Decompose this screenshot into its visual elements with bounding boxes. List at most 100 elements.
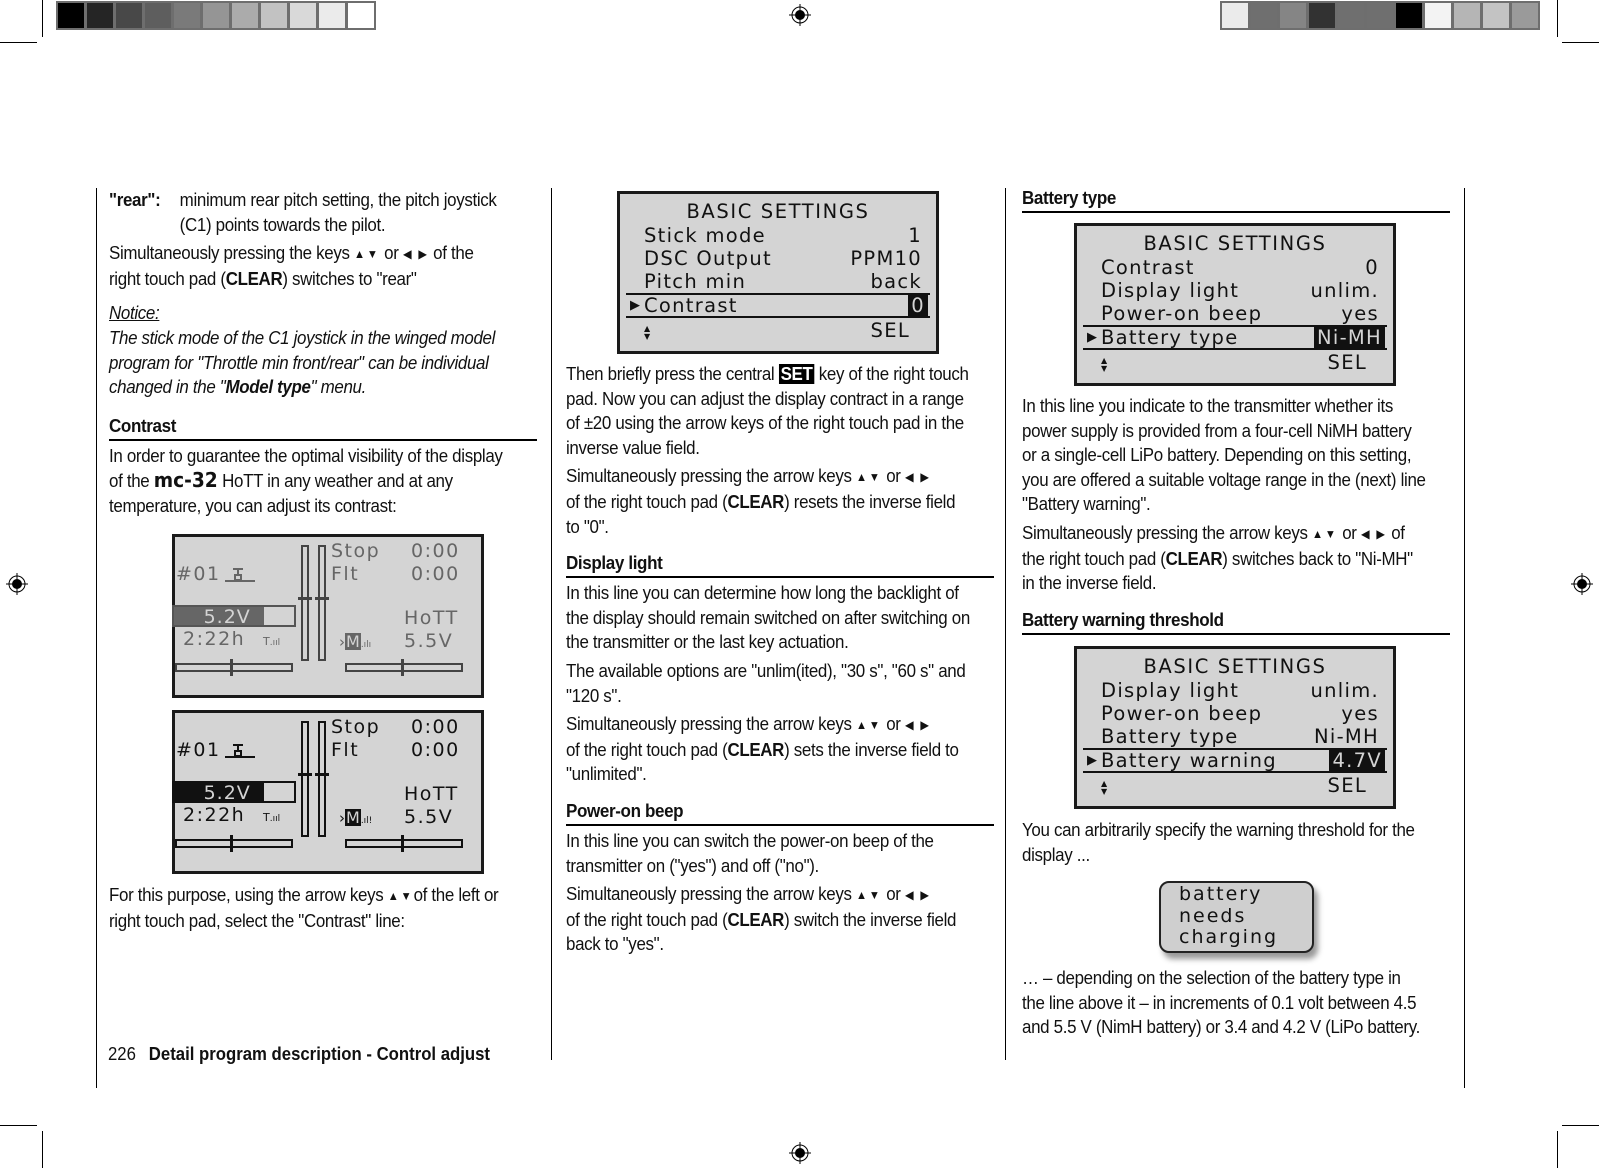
flight-timer-label: Flt [331, 563, 360, 585]
up-down-arrows-icon: ▲▼ [353, 247, 380, 262]
color-swatch [58, 3, 84, 28]
screen-footer: ▲ ▼ SEL [620, 319, 936, 342]
color-swatch [174, 3, 200, 28]
setting-label: Battery type [1101, 725, 1239, 748]
up-down-nav-icon: ▲ ▼ [1101, 779, 1109, 796]
margin-rule [96, 188, 97, 1088]
definition-text: (C1) points towards the pilot. [179, 214, 386, 235]
notice-label: Notice: [109, 303, 160, 324]
settings-row-selected: ▶ Battery type Ni-MH [1083, 325, 1387, 350]
color-swatch [1396, 3, 1422, 28]
color-calibration-bar-right [1220, 1, 1540, 30]
cursor-arrow-icon: ▶ [1087, 753, 1099, 768]
setting-value: Ni-MH [1313, 725, 1379, 748]
color-calibration-bar-left [56, 1, 376, 30]
section-heading-battery-warning: Battery warning threshold [1022, 608, 1450, 635]
color-swatch [1512, 3, 1538, 28]
left-right-arrows-icon: ◀ ▶ [1360, 526, 1387, 541]
settings-row-selected: ▶ Contrast 0 [626, 293, 930, 318]
color-swatch [290, 3, 316, 28]
definition-rear: "rear": minimum rear pitch setting, the … [109, 188, 537, 237]
model-number: #01 [176, 739, 221, 761]
screen-footer: ▲ ▼ SEL [1077, 351, 1393, 374]
model-number: #01 [176, 563, 221, 585]
operating-time: 2:22h [183, 804, 246, 826]
color-swatch [1425, 3, 1451, 28]
up-down-arrows-icon: ▲▼ [1312, 526, 1338, 541]
trim-bar-vertical [301, 545, 309, 661]
trim-marker [315, 773, 329, 776]
stopwatch-label: Stop [331, 716, 381, 738]
setting-label: Display light [1101, 679, 1240, 702]
crop-mark [1557, 0, 1558, 37]
color-swatch [1367, 3, 1393, 28]
screen-title: BASIC SETTINGS [686, 200, 870, 223]
helicopter-icon [225, 568, 255, 582]
definition-text: minimum rear pitch setting, the pitch jo… [179, 190, 497, 210]
battery-voltage-bar: 5.2V [172, 605, 296, 628]
crop-mark [42, 0, 43, 37]
column-divider [1005, 188, 1006, 1060]
trim-bar-horizontal [345, 663, 463, 672]
trim-marker [298, 773, 312, 776]
setting-label: Stick mode [644, 224, 766, 247]
section-heading-contrast: Contrast [109, 414, 537, 441]
registration-mark-icon [6, 573, 28, 595]
settings-row: Pitch min back [620, 270, 936, 293]
stopwatch-time: 0:00 [411, 716, 460, 738]
color-swatch [348, 3, 374, 28]
margin-rule [1464, 188, 1465, 1088]
receiver-voltage: 5.5V [404, 630, 454, 652]
flight-timer-time: 0:00 [411, 563, 460, 585]
main-display-low-contrast: Stop 0:00 Flt 0:00 #01 5.2V 2:22h T.ııl … [172, 534, 484, 698]
receiver-indicator: ›M.ıl! [339, 808, 373, 827]
setting-value: unlim. [1310, 679, 1379, 702]
settings-row: Contrast 0 [1077, 256, 1393, 279]
color-swatch [203, 3, 229, 28]
crop-mark [1562, 42, 1599, 43]
left-right-arrows-icon: ◀ ▶ [904, 888, 931, 903]
basic-settings-screen-contrast: BASIC SETTINGS Stick mode 1 DSC Output P… [617, 191, 939, 354]
m-indicator-icon: M [345, 632, 361, 651]
section-heading-display-light: Display light [566, 551, 994, 579]
stopwatch-time: 0:00 [411, 540, 460, 562]
basic-settings-screen-battery-type: BASIC SETTINGS Contrast 0 Display light … [1074, 223, 1396, 386]
left-right-arrows-icon: ◀ ▶ [904, 470, 931, 485]
settings-row: DSC Output PPM10 [620, 247, 936, 270]
right-column: Battery type [1022, 186, 1450, 216]
settings-row: Display light unlim. [1077, 279, 1393, 302]
color-swatch [1251, 3, 1277, 28]
battery-voltage-bar: 5.2V [172, 781, 296, 804]
left-column: "rear": minimum rear pitch setting, the … [109, 188, 537, 519]
up-down-nav-icon: ▲ ▼ [1101, 356, 1109, 373]
flight-timer-label: Flt [331, 739, 360, 761]
trim-bar-horizontal [175, 839, 293, 848]
trim-bar-horizontal [345, 839, 463, 848]
sel-label: SEL [1327, 351, 1367, 374]
cursor-arrow-icon: ▶ [630, 298, 642, 313]
trim-marker [230, 835, 233, 852]
rf-module-label: HoTT [404, 607, 459, 629]
paragraph: In this line you indicate to the transmi… [1022, 396, 1426, 515]
left-right-arrows-icon: ◀ ▶ [402, 247, 429, 262]
signal-strength-icon: .ılı [360, 640, 372, 650]
antenna-signal-icon: T.ııl [263, 811, 281, 824]
registration-mark-icon [789, 1142, 811, 1164]
rf-module-label: HoTT [404, 783, 459, 805]
paragraph: Simultaneously pressing the keys ▲▼ or ◀… [109, 243, 474, 289]
setting-label: Power-on beep [1101, 702, 1263, 725]
color-swatch [232, 3, 258, 28]
paragraph: … – depending on the selection of the ba… [1022, 968, 1420, 1038]
setting-value: PPM10 [850, 247, 922, 270]
settings-row: Battery type Ni-MH [1077, 725, 1393, 748]
screen-title: BASIC SETTINGS [1143, 655, 1327, 678]
crop-mark [0, 1125, 37, 1126]
up-down-arrows-icon: ▲▼ [856, 888, 882, 903]
settings-row: Display light unlim. [1077, 679, 1393, 702]
right-column-text: In this line you indicate to the transmi… [1022, 394, 1462, 638]
crop-mark [1562, 1125, 1599, 1126]
setting-value-inverse: Ni-MH [1313, 327, 1385, 348]
color-swatch [1338, 3, 1364, 28]
crop-mark [0, 42, 37, 43]
setting-label: Contrast [644, 294, 738, 317]
